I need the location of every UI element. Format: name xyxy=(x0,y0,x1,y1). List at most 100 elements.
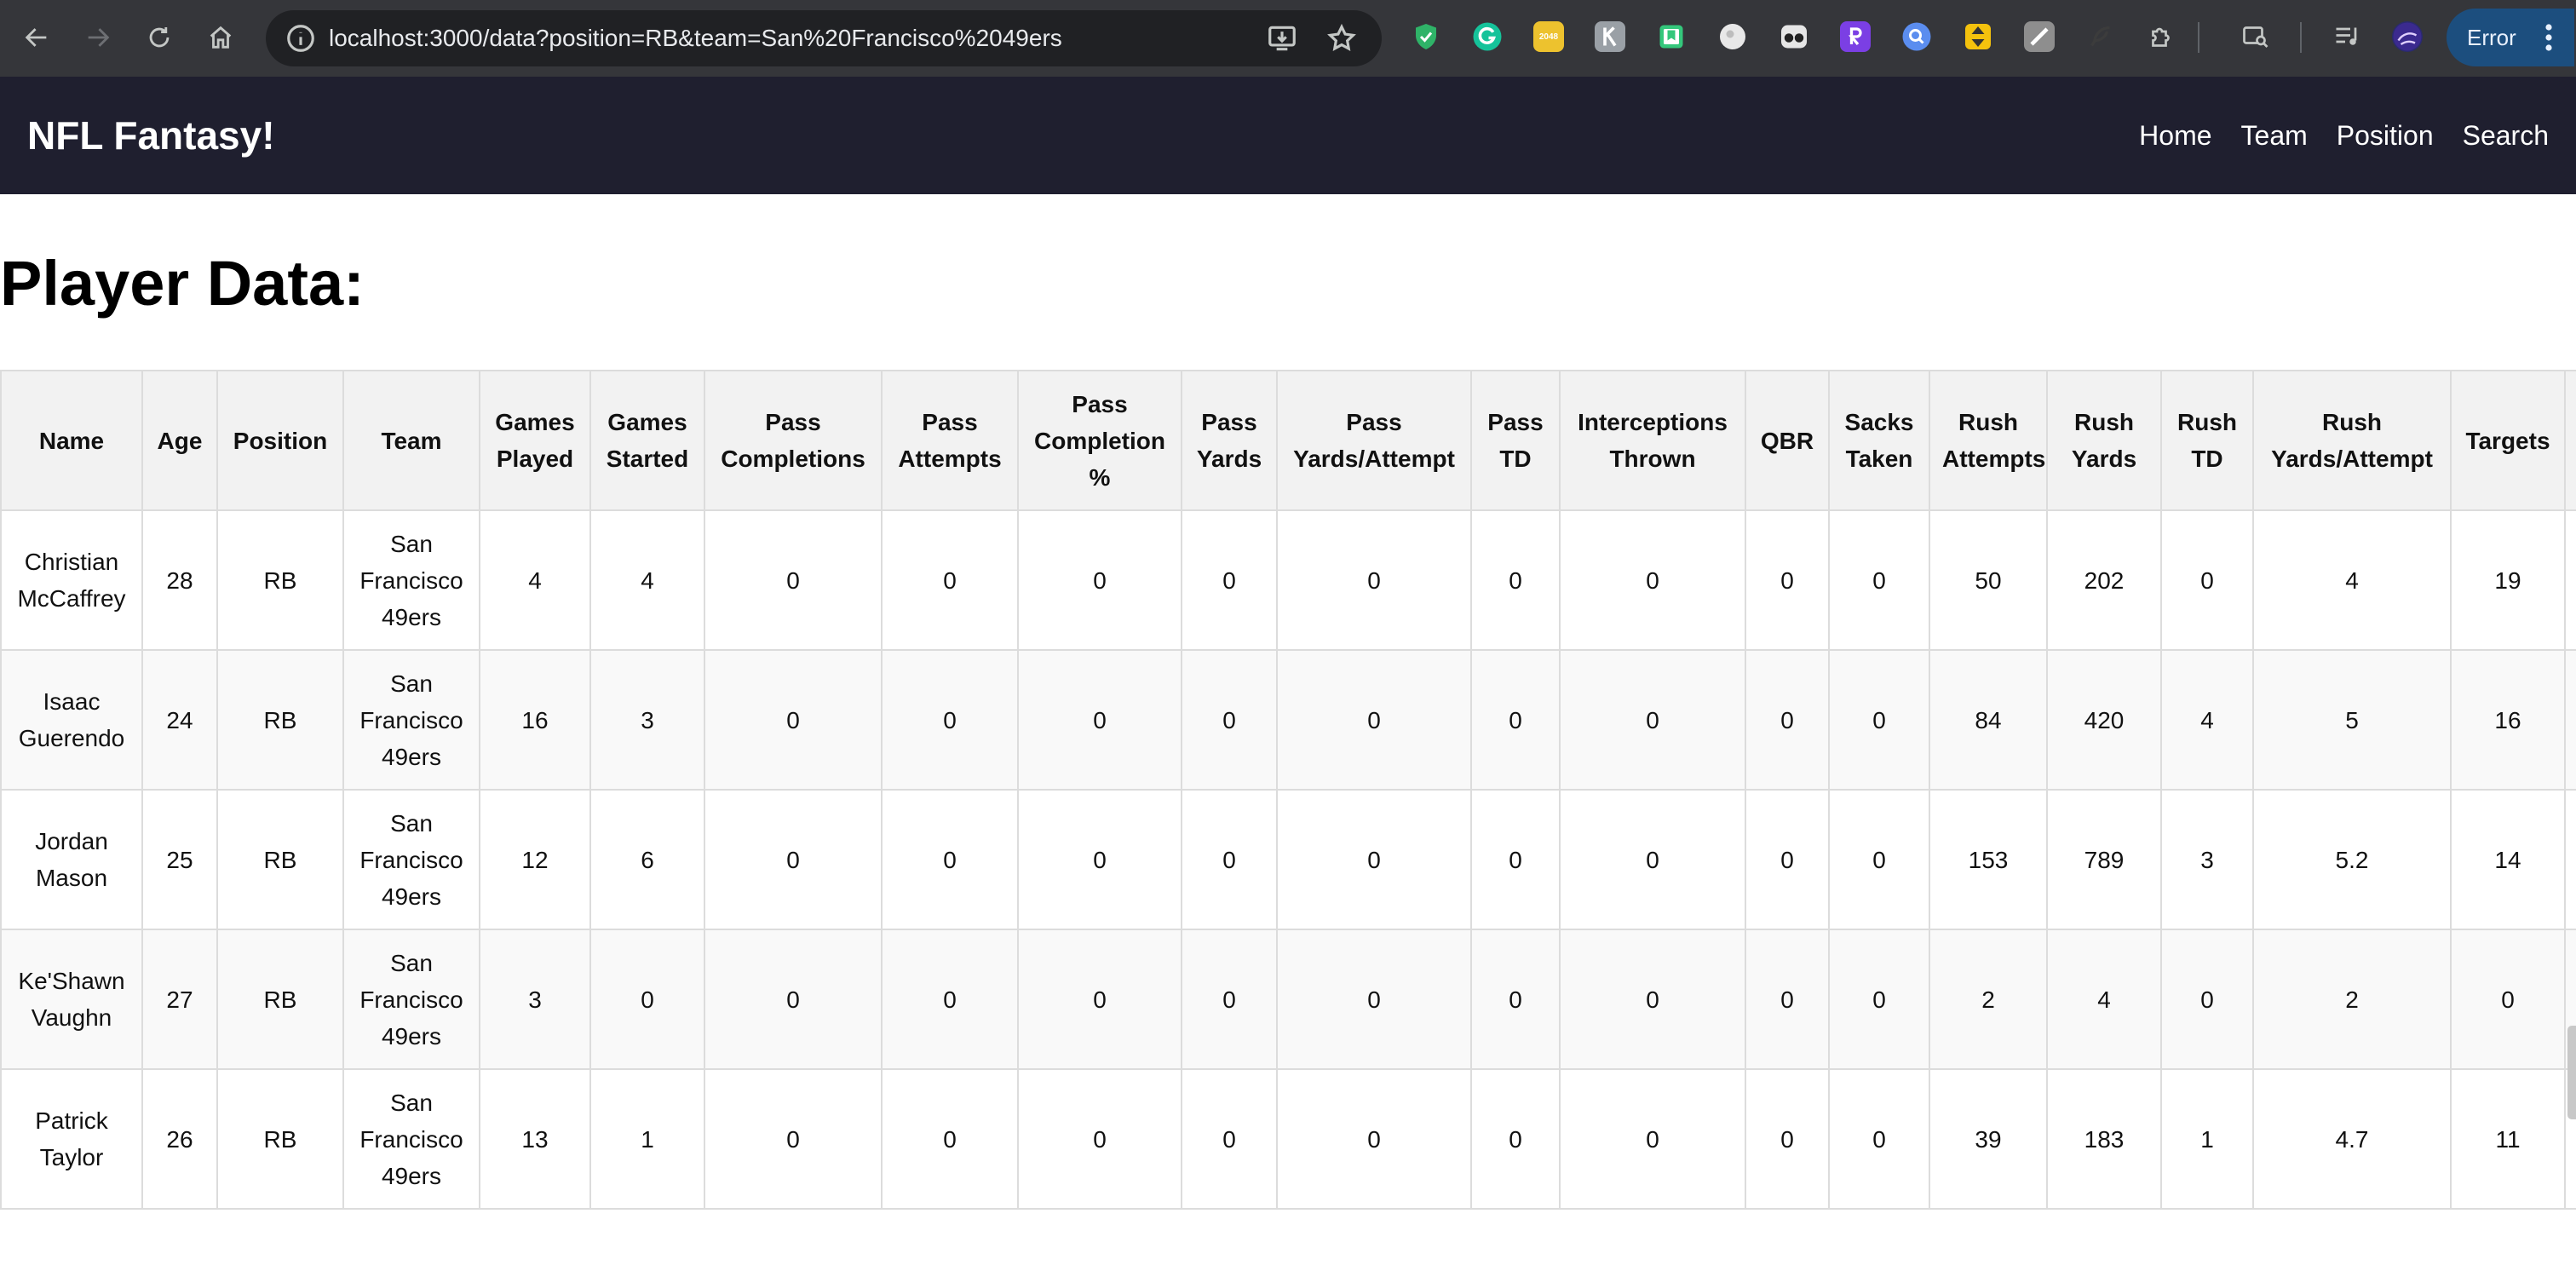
table-row: Jordan Mason 25 RB San Francisco 49ers 12 6 0 0… xyxy=(0,789,2576,930)
table-cell: RB xyxy=(216,649,344,791)
table-cell: 19 xyxy=(2450,509,2566,651)
address-bar[interactable]: localhost:3000/data?position=RB&team=San… xyxy=(266,10,1382,66)
table-cell: 0 xyxy=(1181,929,1278,1070)
shield-extension-icon[interactable] xyxy=(1411,21,1441,52)
table-cell: 789 xyxy=(2046,789,2162,930)
column-header: Games Started xyxy=(589,370,705,511)
table-cell: 0 xyxy=(1181,649,1278,791)
table-cell: 0 xyxy=(1017,509,1182,651)
nav-home-link[interactable]: Home xyxy=(2139,120,2211,152)
back-button[interactable] xyxy=(17,18,56,57)
brand-logo[interactable]: NFL Fantasy! xyxy=(27,77,275,194)
profile-avatar[interactable] xyxy=(2392,21,2423,52)
table-cell: 0 xyxy=(1470,789,1561,930)
table-cell: 0 xyxy=(1470,649,1561,791)
table-cell: 0 xyxy=(881,929,1019,1070)
reload-button[interactable] xyxy=(140,18,179,57)
table-cell: 4 xyxy=(2046,929,2162,1070)
circle-extension-icon[interactable] xyxy=(1717,21,1748,52)
table-cell: 1 xyxy=(589,1068,705,1210)
table-cell: 0 xyxy=(1181,789,1278,930)
profile-error-button[interactable]: Error xyxy=(2447,9,2574,66)
kebab-menu-icon[interactable] xyxy=(2544,24,2554,51)
nav-links: Home Team Position Search xyxy=(2110,77,2549,194)
table-cell: 0 xyxy=(1276,789,1472,930)
table-cell: 0 xyxy=(1276,1068,1472,1210)
app-navbar: NFL Fantasy! Home Team Position Search xyxy=(0,77,2576,194)
table-cell: 0 xyxy=(1559,1068,1746,1210)
forward-button[interactable] xyxy=(78,18,118,57)
table-cell: 0 xyxy=(1470,1068,1561,1210)
table-cell: 0 xyxy=(1828,789,1930,930)
home-button[interactable] xyxy=(201,18,240,57)
table-row: Isaac Guerendo 24 RB San Francisco 49ers 16 3… xyxy=(0,649,2576,791)
tab-search-icon[interactable] xyxy=(2240,21,2271,52)
table-cell: 4 xyxy=(2160,649,2254,791)
table-cell: Ke'Shawn Vaughn xyxy=(0,929,143,1070)
media-controls-icon[interactable] xyxy=(2332,21,2363,52)
home-icon xyxy=(210,26,232,49)
table-cell: San Francisco 49ers xyxy=(342,789,480,930)
table-cell: 28 xyxy=(141,509,218,651)
table-row: Christian McCaffrey 28 RB San Francisco 49e… xyxy=(0,509,2576,651)
bookmark-extension-icon[interactable] xyxy=(1656,21,1687,52)
table-cell: 0 xyxy=(1745,789,1830,930)
table-cell: 4.7 xyxy=(2252,1068,2452,1210)
table-cell: 0 xyxy=(1745,1068,1830,1210)
column-header: Pass Yards xyxy=(1181,370,1278,511)
table-cell: 0 xyxy=(1276,929,1472,1070)
table-cell: San Francisco 49ers xyxy=(342,649,480,791)
grammarly-icon[interactable] xyxy=(1472,21,1503,52)
table-cell: Isaac Guerendo xyxy=(0,649,143,791)
table-cell: 0 xyxy=(1181,509,1278,651)
table-cell xyxy=(2564,789,2576,930)
glasses-extension-icon[interactable] xyxy=(1779,21,1809,52)
table-cell: 0 xyxy=(704,929,883,1070)
column-header: R xyxy=(2564,370,2576,511)
site-info-icon[interactable] xyxy=(285,22,317,55)
table-cell: 0 xyxy=(1017,649,1182,791)
slash-extension-icon[interactable] xyxy=(2024,21,2055,52)
table-cell: 0 xyxy=(1745,649,1830,791)
column-header: Name xyxy=(0,370,143,511)
horizontal-scroll-handle[interactable] xyxy=(2567,1026,2576,1119)
table-cell: 39 xyxy=(1929,1068,2048,1210)
r-extension-icon[interactable] xyxy=(1840,21,1871,52)
puzzle-icon[interactable] xyxy=(2147,21,2177,52)
table-cell: 0 xyxy=(1181,1068,1278,1210)
arrow-right-icon xyxy=(88,28,110,47)
table-cell: 11 xyxy=(2450,1068,2566,1210)
nav-team-link[interactable]: Team xyxy=(2241,120,2308,152)
nav-search-link[interactable]: Search xyxy=(2463,120,2549,152)
table-cell: 0 xyxy=(881,1068,1019,1210)
column-header: Rush Yards xyxy=(2046,370,2162,511)
table-cell: 24 xyxy=(141,649,218,791)
table-cell: 25 xyxy=(141,789,218,930)
table-cell: Jordan Mason xyxy=(0,789,143,930)
table-cell: 0 xyxy=(1276,649,1472,791)
table-cell: 0 xyxy=(1017,929,1182,1070)
table-cell: 183 xyxy=(2046,1068,2162,1210)
column-header: Pass Completion % xyxy=(1017,370,1182,511)
player-data-table: Name Age Position Team Games Played Games Sta… xyxy=(0,370,2576,1210)
bookmark-star-icon[interactable] xyxy=(1325,22,1358,55)
table-cell: RB xyxy=(216,1068,344,1210)
feather-extension-icon[interactable] xyxy=(2085,21,2116,52)
player-table-container[interactable]: Name Age Position Team Games Played Games Sta… xyxy=(0,370,2576,1271)
search-extension-icon[interactable] xyxy=(1901,21,1932,52)
table-cell: 6 xyxy=(589,789,705,930)
table-cell: 1 xyxy=(2160,1068,2254,1210)
table-cell: 0 xyxy=(2160,509,2254,651)
arrows-extension-icon[interactable] xyxy=(1963,21,1993,52)
table-cell: 84 xyxy=(1929,649,2048,791)
k-extension-icon[interactable] xyxy=(1595,21,1625,52)
reload-icon xyxy=(149,26,170,48)
table-cell: 4 xyxy=(479,509,591,651)
2048-extension-icon[interactable]: 2048 xyxy=(1533,21,1564,52)
table-cell: 0 xyxy=(1559,789,1746,930)
install-app-icon[interactable] xyxy=(1266,22,1298,55)
browser-toolbar: localhost:3000/data?position=RB&team=San… xyxy=(0,0,2576,77)
url-text[interactable]: localhost:3000/data?position=RB&team=San… xyxy=(329,10,1062,66)
nav-position-link[interactable]: Position xyxy=(2337,120,2434,152)
table-cell: 0 xyxy=(2160,929,2254,1070)
